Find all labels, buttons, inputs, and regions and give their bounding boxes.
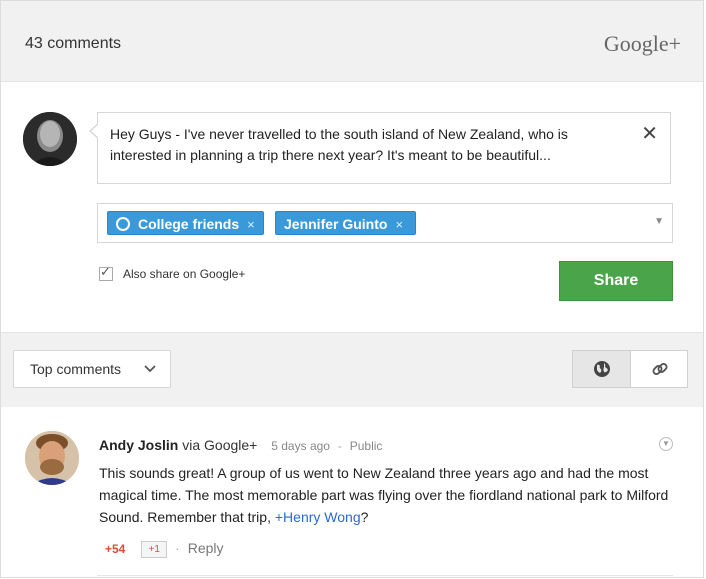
- share-button[interactable]: Share: [559, 261, 673, 301]
- comment-count: 43 comments: [25, 35, 122, 52]
- plus-one-button[interactable]: +1: [141, 541, 168, 558]
- globe-icon: [593, 361, 610, 377]
- visibility-toggle: [572, 350, 688, 388]
- dropdown-caret-icon[interactable]: ▼: [654, 216, 664, 227]
- compose-area: Hey Guys - I've never travelled to the s…: [1, 82, 703, 332]
- avatar[interactable]: [25, 431, 79, 485]
- reply-button[interactable]: Reply: [188, 540, 224, 556]
- timestamp[interactable]: 5 days ago: [271, 439, 330, 453]
- google-plus-logo[interactable]: Google+: [604, 31, 681, 57]
- close-icon[interactable]: ✕: [641, 121, 658, 146]
- comment-input[interactable]: Hey Guys - I've never travelled to the s…: [89, 112, 671, 184]
- separator: ·: [175, 540, 180, 556]
- comment-actions: +54 +1 · Reply: [105, 540, 224, 558]
- also-share-label: Also share on Google+: [123, 267, 246, 281]
- comment-menu-icon[interactable]: ▼: [659, 437, 673, 451]
- comments-header: 43 comments Google+: [1, 1, 703, 82]
- sort-label: Top comments: [30, 361, 122, 377]
- also-share-option[interactable]: Also share on Google+: [99, 264, 246, 281]
- link-button[interactable]: [631, 351, 688, 387]
- globe-button[interactable]: [573, 351, 631, 387]
- comments-toolbar: Top comments: [1, 332, 703, 408]
- recipient-chip-college-friends[interactable]: College friends ×: [107, 211, 264, 235]
- recipients-field[interactable]: College friends × Jennifer Guinto × ▼: [97, 203, 673, 243]
- recipient-chip-jennifer-guinto[interactable]: Jennifer Guinto ×: [275, 211, 416, 235]
- via-label: via Google+: [182, 437, 258, 453]
- circle-icon: [116, 217, 130, 231]
- remove-chip-icon[interactable]: ×: [395, 217, 403, 232]
- comment-item: Andy Joslin via Google+ 5 days ago - Pub…: [1, 407, 703, 577]
- mention-link[interactable]: +Henry Wong: [275, 509, 361, 525]
- link-icon: [652, 363, 667, 375]
- author-name[interactable]: Andy Joslin: [99, 437, 178, 453]
- comment-meta: Andy Joslin via Google+ 5 days ago - Pub…: [99, 437, 382, 453]
- visibility-label: Public: [349, 439, 383, 453]
- also-share-checkbox[interactable]: [99, 264, 113, 281]
- plus-count[interactable]: +54: [105, 542, 125, 556]
- remove-chip-icon[interactable]: ×: [247, 217, 255, 232]
- comment-text[interactable]: Hey Guys - I've never travelled to the s…: [110, 124, 630, 166]
- avatar: [23, 112, 77, 166]
- chevron-down-icon: [144, 351, 156, 401]
- comment-body: This sounds great! A group of us went to…: [99, 462, 669, 528]
- comment-text-end: ?: [360, 509, 369, 525]
- recipient-label: Jennifer Guinto: [284, 216, 388, 232]
- comment-text: This sounds great! A group of us went to…: [99, 465, 669, 525]
- divider: [97, 575, 673, 576]
- comments-widget: 43 comments Google+ Hey Guys - I've neve…: [0, 0, 704, 578]
- sort-select[interactable]: Top comments: [13, 350, 171, 388]
- recipient-label: College friends: [138, 216, 240, 232]
- separator: -: [337, 439, 342, 453]
